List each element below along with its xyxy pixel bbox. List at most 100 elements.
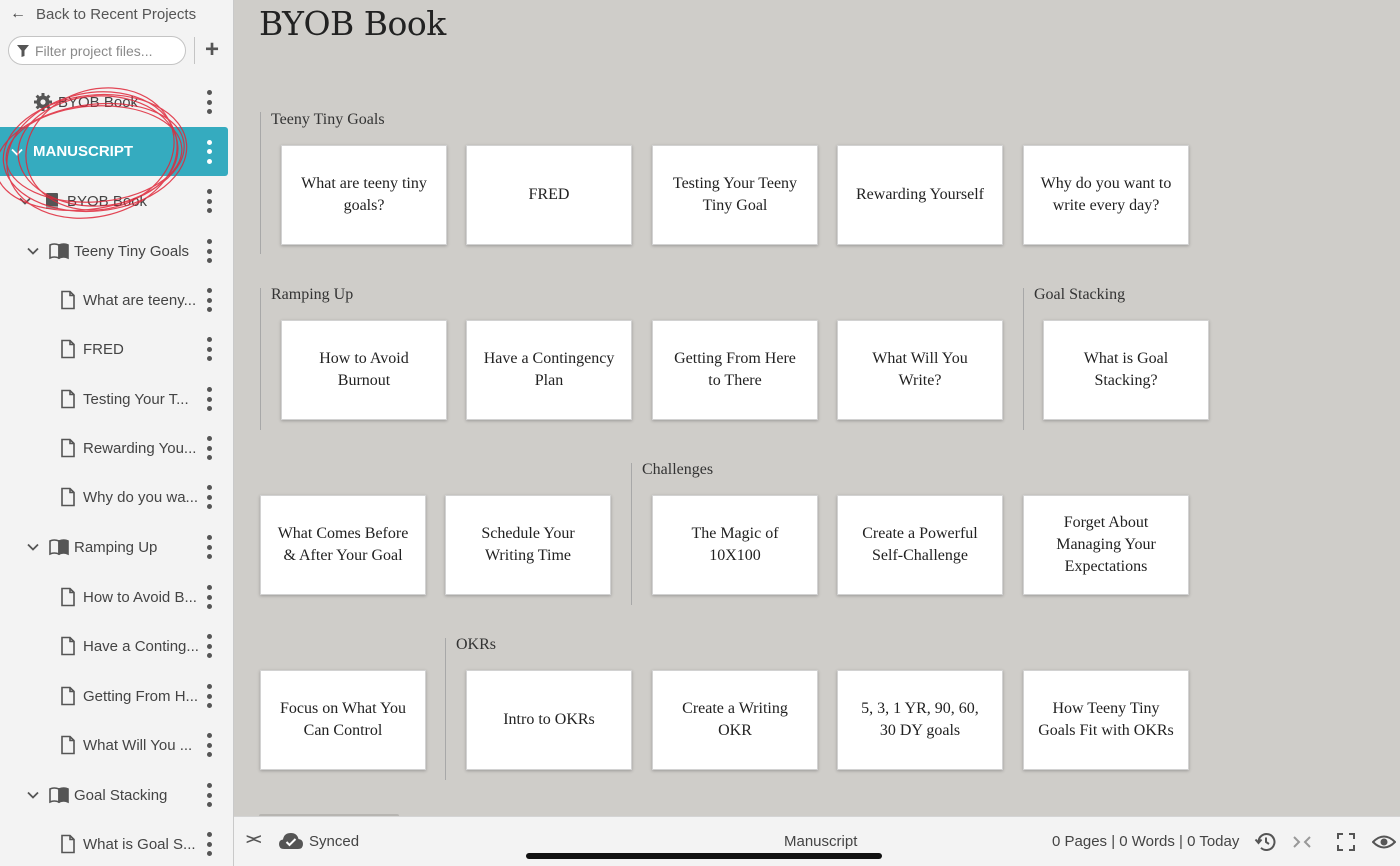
card[interactable]: How to Avoid Burnout (281, 320, 447, 420)
home-indicator (526, 853, 882, 859)
group-label-challenges: Challenges (642, 461, 714, 478)
more-options-icon[interactable] (206, 288, 212, 312)
sidebar: ← Back to Recent Projects + BYOB Book MA… (0, 0, 234, 866)
sidebar-item-document[interactable]: Why do you wa... (0, 477, 228, 517)
corkboard: BYOB Book Teeny Tiny Goals What are teen… (234, 0, 1400, 816)
filter-input[interactable] (35, 42, 175, 59)
card[interactable]: Why do you want to write every day? (1023, 145, 1189, 245)
more-options-icon[interactable] (206, 684, 212, 708)
sidebar-item-teeny-tiny-goals[interactable]: Teeny Tiny Goals (0, 231, 228, 271)
more-options-icon[interactable] (206, 139, 212, 164)
card[interactable]: Rewarding Yourself (837, 145, 1003, 245)
card[interactable]: What Will You Write? (837, 320, 1003, 420)
filter-box[interactable] (8, 36, 186, 65)
sync-status: Synced (309, 833, 360, 850)
document-icon (61, 686, 75, 706)
sidebar-item-document[interactable]: Rewarding You... (0, 428, 228, 468)
card[interactable]: Create a Powerful Self-Challenge (837, 495, 1003, 595)
more-options-icon[interactable] (206, 436, 212, 460)
sidebar-item-ramping-up[interactable]: Ramping Up (0, 527, 228, 567)
chevron-down-icon (27, 543, 39, 551)
preview-eye-icon[interactable] (1372, 830, 1396, 854)
sidebar-item-goal-stacking[interactable]: Goal Stacking (0, 775, 228, 815)
card[interactable]: Create a Writing OKR (652, 670, 818, 770)
sidebar-item-label: Getting From H... (83, 687, 199, 705)
chevron-down-icon (11, 148, 23, 156)
sidebar-item-label: Have a Conting... (83, 637, 199, 655)
collapse-sidebar-icon[interactable]: >< (246, 831, 261, 848)
more-options-icon[interactable] (206, 634, 212, 658)
card[interactable]: 5, 3, 1 YR, 90, 60, 30 DY goals (837, 670, 1003, 770)
chevron-down-icon (27, 791, 39, 799)
sidebar-item-label: What Will You ... (83, 736, 193, 754)
sidebar-item-project[interactable]: BYOB Book (0, 82, 228, 122)
sidebar-item-label: BYOB Book (58, 93, 139, 111)
card[interactable]: Intro to OKRs (466, 670, 632, 770)
document-icon (61, 487, 75, 507)
split-view-icon[interactable] (1290, 830, 1314, 854)
sidebar-item-label: Ramping Up (74, 538, 158, 556)
more-options-icon[interactable] (206, 387, 212, 411)
sidebar-item-document[interactable]: What are teeny... (0, 280, 228, 320)
more-options-icon[interactable] (206, 90, 212, 114)
sidebar-item-document[interactable]: Testing Your T... (0, 379, 228, 419)
back-to-recent-projects-link[interactable]: ← Back to Recent Projects (10, 4, 196, 24)
more-options-icon[interactable] (206, 733, 212, 757)
card[interactable]: Forget About Managing Your Expectations (1023, 495, 1189, 595)
more-options-icon[interactable] (206, 832, 212, 856)
arrow-left-icon: ← (10, 5, 26, 22)
chevron-down-icon (27, 247, 39, 255)
sidebar-item-label: FRED (83, 340, 124, 358)
sidebar-item-document[interactable]: How to Avoid B... (0, 577, 228, 617)
card[interactable]: Schedule Your Writing Time (445, 495, 611, 595)
more-options-icon[interactable] (206, 783, 212, 807)
document-icon (61, 290, 75, 310)
cloud-check-icon (279, 833, 303, 849)
more-options-icon[interactable] (206, 585, 212, 609)
card[interactable]: Testing Your Teeny Tiny Goal (652, 145, 818, 245)
more-options-icon[interactable] (206, 239, 212, 263)
fullscreen-icon[interactable] (1334, 830, 1358, 854)
sidebar-item-label: What are teeny... (83, 291, 197, 309)
sidebar-item-document[interactable]: Getting From H... (0, 676, 228, 716)
card[interactable]: The Magic of 10X100 (652, 495, 818, 595)
sidebar-item-label: MANUSCRIPT (33, 143, 133, 160)
current-view-label: Manuscript (784, 833, 858, 850)
sidebar-item-manuscript[interactable]: MANUSCRIPT (0, 127, 228, 176)
sidebar-item-label: How to Avoid B... (83, 588, 197, 606)
document-icon (61, 735, 75, 755)
sidebar-item-label: Rewarding You... (83, 439, 197, 457)
document-icon (61, 834, 75, 854)
toolbar-divider (194, 37, 195, 64)
sidebar-item-label: Testing Your T... (83, 390, 189, 408)
sidebar-item-document[interactable]: Have a Conting... (0, 626, 228, 666)
card[interactable]: What is Goal Stacking? (1043, 320, 1209, 420)
sidebar-item-label: BYOB Book (67, 192, 148, 210)
group-divider (260, 112, 261, 254)
sidebar-item-document[interactable]: What Will You ... (0, 725, 228, 765)
more-options-icon[interactable] (206, 337, 212, 361)
card[interactable]: Have a Contingency Plan (466, 320, 632, 420)
card[interactable]: Focus on What You Can Control (260, 670, 426, 770)
chevron-down-icon (19, 197, 31, 205)
more-options-icon[interactable] (206, 485, 212, 509)
sidebar-item-document[interactable]: FRED (0, 329, 228, 369)
group-divider (260, 288, 261, 430)
group-label-okrs: OKRs (456, 636, 497, 653)
history-icon[interactable] (1254, 830, 1278, 854)
word-count-stats[interactable]: 0 Pages | 0 Words | 0 Today (1052, 833, 1239, 850)
card[interactable]: Getting From Here to There (652, 320, 818, 420)
sidebar-item-book[interactable]: BYOB Book (0, 181, 228, 221)
more-options-icon[interactable] (206, 535, 212, 559)
sidebar-item-document[interactable]: What is Goal S... (0, 824, 228, 864)
sidebar-item-label: Goal Stacking (74, 786, 168, 804)
sidebar-item-label: What is Goal S... (83, 835, 196, 853)
more-options-icon[interactable] (206, 189, 212, 213)
group-label-goal-stacking: Goal Stacking (1034, 286, 1126, 303)
add-file-button[interactable]: + (202, 38, 222, 62)
sidebar-item-label: Why do you wa... (83, 488, 199, 506)
card[interactable]: What Comes Before & After Your Goal (260, 495, 426, 595)
card[interactable]: How Teeny Tiny Goals Fit with OKRs (1023, 670, 1189, 770)
card[interactable]: FRED (466, 145, 632, 245)
card[interactable]: What are teeny tiny goals? (281, 145, 447, 245)
